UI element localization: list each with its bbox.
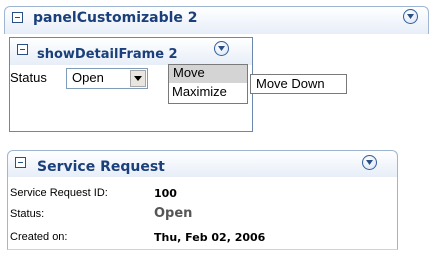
collapse-icon[interactable] xyxy=(15,157,26,168)
field-label-created-on: Created on: xyxy=(10,231,68,243)
menu-item-move[interactable]: Move xyxy=(169,65,247,83)
collapse-icon[interactable] xyxy=(17,44,28,55)
submenu-item-move-down[interactable]: Move Down xyxy=(250,74,347,94)
chevron-down-icon xyxy=(407,14,414,19)
menu-dropdown-icon[interactable] xyxy=(403,9,418,24)
menu-dropdown-icon[interactable] xyxy=(214,41,229,56)
chevron-down-icon xyxy=(218,46,225,51)
status-select-value: Open xyxy=(72,70,104,85)
status-label: Status xyxy=(10,70,47,85)
menu-item-maximize[interactable]: Maximize xyxy=(169,83,247,103)
field-value-created-on: Thu, Feb 02, 2006 xyxy=(154,231,266,244)
service-request-title: Service Request xyxy=(37,159,165,175)
panel-customizable-title: panelCustomizable 2 xyxy=(33,10,198,26)
dropdown-arrow-button[interactable] xyxy=(130,70,146,87)
field-label-status: Status: xyxy=(10,208,45,220)
context-menu: Move Maximize xyxy=(168,64,248,104)
detail-frame-title: showDetailFrame 2 xyxy=(37,47,178,62)
status-select[interactable]: Open xyxy=(66,68,148,89)
chevron-down-icon xyxy=(366,160,373,165)
menu-dropdown-icon[interactable] xyxy=(362,155,377,170)
field-value-request-id: 100 xyxy=(154,187,177,200)
collapse-icon[interactable] xyxy=(12,12,23,23)
field-value-status: Open xyxy=(154,206,193,221)
chevron-down-icon xyxy=(134,76,142,81)
field-label-request-id: Service Request ID: xyxy=(10,187,108,199)
